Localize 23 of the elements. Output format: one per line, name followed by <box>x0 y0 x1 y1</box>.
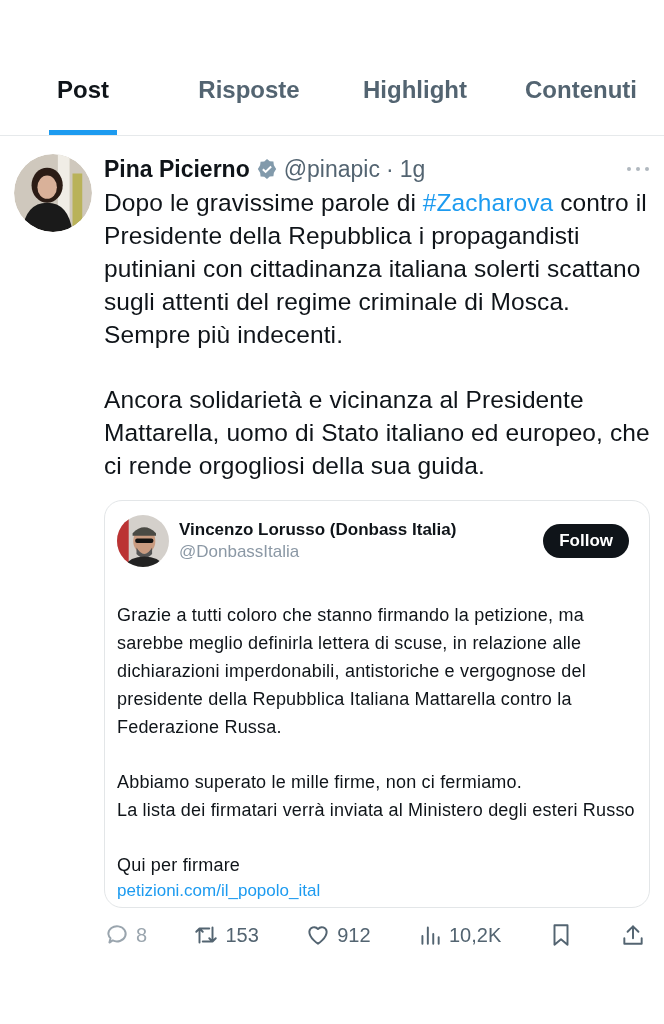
quoted-post-text: Abbiamo superato le mille firme, non ci fermiamo. <box>117 771 523 794</box>
quoted-author-name: Vincenzo Lorusso (Donbass Italia) <box>179 519 458 541</box>
post-text: Ancora solidarietà e vicinanza al Presidente Mattarella, uomo di Stato italiano ed europeo, che ci rende orgogliosi della sua guida. <box>104 385 650 481</box>
tab[interactable]: Risposte <box>190 50 308 135</box>
author-handle: @pinapic <box>283 155 380 184</box>
quoted-author-handle: @DonbassItalia <box>179 541 301 563</box>
repost-action[interactable]: 153 <box>193 920 259 950</box>
post-time: 1g <box>399 155 426 184</box>
petition-link[interactable]: petizioni.com/il_popolo_ital <box>117 879 637 903</box>
quoted-post-text: La lista dei firmatari verrà inviata al Ministero degli esteri Russo <box>117 799 636 822</box>
post-text: Dopo le gravissime parole di #Zacharova contro il Presidente della Repubblica i propagandisti putiniani con cittadinanza italiana solerti scattano sugli attenti del regime criminale di Mosca. <box>104 188 648 317</box>
like-action[interactable]: 912 <box>305 920 371 950</box>
dot-separator: · <box>385 155 394 184</box>
tab[interactable]: Contenuti <box>517 50 645 135</box>
quoted-post-text: Grazie a tutti coloro che stanno firmando la petizione, ma sarebbe meglio definirla lettera di scuse, in relazione alle dichiarazioni imperdonabili, antistoriche e vergognose del presidente della Repubblica Italiana Mattarella contro la Federazione Russa. <box>117 604 587 739</box>
tab[interactable]: Post <box>49 50 117 135</box>
views-action[interactable]: 10,2K <box>416 920 502 950</box>
quoted-post-text: Qui per firmare <box>117 854 242 877</box>
author-name: Pina Picierno <box>104 155 250 184</box>
follow-button[interactable]: Follow <box>543 524 629 558</box>
tab[interactable]: Highlight <box>355 50 475 135</box>
post-text: Sempre più indecenti. <box>104 320 345 350</box>
quoted-post-card[interactable] <box>104 500 650 908</box>
